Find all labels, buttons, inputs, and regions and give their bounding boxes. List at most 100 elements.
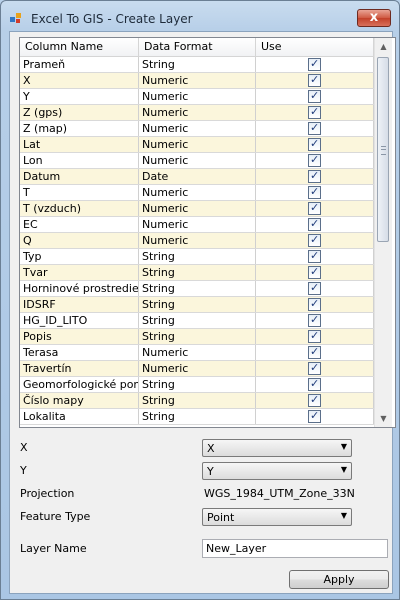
use-checkbox[interactable]: [308, 121, 321, 135]
use-cell[interactable]: [256, 73, 374, 88]
use-cell[interactable]: [256, 329, 374, 344]
use-checkbox[interactable]: [308, 281, 321, 295]
table-row[interactable]: T (vzduch) Numeric: [20, 201, 374, 217]
use-checkbox[interactable]: [308, 313, 321, 327]
use-checkbox[interactable]: [308, 265, 321, 279]
use-checkbox[interactable]: [308, 409, 321, 423]
table-row[interactable]: Z (gps) Numeric: [20, 105, 374, 121]
use-checkbox[interactable]: [308, 361, 321, 375]
use-cell[interactable]: [256, 345, 374, 360]
use-checkbox[interactable]: [308, 249, 321, 263]
use-cell[interactable]: [256, 297, 374, 312]
columns-grid[interactable]: Column Name Data Format Use Prameň String…: [19, 37, 396, 428]
table-row[interactable]: Geomorfologické pomeryString: [20, 377, 374, 393]
scroll-down-arrow-icon[interactable]: ▼: [375, 410, 392, 427]
column-name-cell[interactable]: T: [20, 185, 139, 200]
data-format-cell[interactable]: Numeric: [139, 105, 256, 120]
use-checkbox[interactable]: [308, 153, 321, 167]
use-cell[interactable]: [256, 249, 374, 264]
scroll-up-arrow-icon[interactable]: ▲: [375, 38, 392, 55]
table-row[interactable]: Terasa Numeric: [20, 345, 374, 361]
layer-name-input[interactable]: [206, 541, 386, 556]
data-format-cell[interactable]: String: [139, 329, 256, 344]
column-name-cell[interactable]: Horninové prostredie: [20, 281, 139, 296]
table-row[interactable]: Horninové prostredie String: [20, 281, 374, 297]
data-format-cell[interactable]: String: [139, 377, 256, 392]
column-name-cell[interactable]: Prameň: [20, 57, 139, 72]
table-row[interactable]: Číslo mapy String: [20, 393, 374, 409]
use-checkbox[interactable]: [308, 73, 321, 87]
table-row[interactable]: T Numeric: [20, 185, 374, 201]
data-format-cell[interactable]: String: [139, 249, 256, 264]
layer-name-field[interactable]: [202, 539, 388, 558]
use-cell[interactable]: [256, 185, 374, 200]
use-cell[interactable]: [256, 217, 374, 232]
use-cell[interactable]: [256, 281, 374, 296]
use-cell[interactable]: [256, 105, 374, 120]
data-format-cell[interactable]: Date: [139, 169, 256, 184]
column-name-cell[interactable]: Tvar: [20, 265, 139, 280]
use-checkbox[interactable]: [308, 393, 321, 407]
data-format-cell[interactable]: Numeric: [139, 121, 256, 136]
use-checkbox[interactable]: [308, 297, 321, 311]
use-checkbox[interactable]: [308, 105, 321, 119]
use-checkbox[interactable]: [308, 57, 321, 71]
column-name-cell[interactable]: Z (map): [20, 121, 139, 136]
data-format-cell[interactable]: String: [139, 281, 256, 296]
data-format-cell[interactable]: Numeric: [139, 345, 256, 360]
table-row[interactable]: Typ String: [20, 249, 374, 265]
data-format-cell[interactable]: Numeric: [139, 217, 256, 232]
column-header-format[interactable]: Data Format: [139, 38, 256, 56]
use-checkbox[interactable]: [308, 89, 321, 103]
use-cell[interactable]: [256, 393, 374, 408]
table-row[interactable]: Prameň String: [20, 57, 374, 73]
column-header-name[interactable]: Column Name: [20, 38, 139, 56]
data-format-cell[interactable]: Numeric: [139, 89, 256, 104]
y-dropdown[interactable]: Y ▼: [202, 462, 352, 480]
apply-button[interactable]: Apply: [289, 570, 389, 589]
column-name-cell[interactable]: Geomorfologické pomery: [20, 377, 139, 392]
use-checkbox[interactable]: [308, 201, 321, 215]
data-format-cell[interactable]: String: [139, 313, 256, 328]
use-checkbox[interactable]: [308, 233, 321, 247]
table-row[interactable]: Lon Numeric: [20, 153, 374, 169]
use-cell[interactable]: [256, 169, 374, 184]
column-name-cell[interactable]: HG_ID_LITO: [20, 313, 139, 328]
column-name-cell[interactable]: Z (gps): [20, 105, 139, 120]
use-cell[interactable]: [256, 121, 374, 136]
use-cell[interactable]: [256, 377, 374, 392]
use-checkbox[interactable]: [308, 137, 321, 151]
x-dropdown[interactable]: X ▼: [202, 439, 352, 457]
table-row[interactable]: Lokalita String: [20, 409, 374, 425]
column-name-cell[interactable]: Y: [20, 89, 139, 104]
column-name-cell[interactable]: Q: [20, 233, 139, 248]
use-checkbox[interactable]: [308, 185, 321, 199]
use-checkbox[interactable]: [308, 329, 321, 343]
column-name-cell[interactable]: IDSRF: [20, 297, 139, 312]
table-row[interactable]: Q Numeric: [20, 233, 374, 249]
data-format-cell[interactable]: Numeric: [139, 201, 256, 216]
column-name-cell[interactable]: Typ: [20, 249, 139, 264]
column-name-cell[interactable]: Travertín: [20, 361, 139, 376]
use-cell[interactable]: [256, 361, 374, 376]
use-checkbox[interactable]: [308, 377, 321, 391]
table-row[interactable]: Y Numeric: [20, 89, 374, 105]
data-format-cell[interactable]: Numeric: [139, 73, 256, 88]
table-row[interactable]: EC Numeric: [20, 217, 374, 233]
use-cell[interactable]: [256, 265, 374, 280]
use-cell[interactable]: [256, 409, 374, 424]
use-checkbox[interactable]: [308, 345, 321, 359]
data-format-cell[interactable]: Numeric: [139, 137, 256, 152]
use-cell[interactable]: [256, 313, 374, 328]
data-format-cell[interactable]: Numeric: [139, 185, 256, 200]
data-format-cell[interactable]: String: [139, 409, 256, 424]
table-row[interactable]: IDSRF String: [20, 297, 374, 313]
table-row[interactable]: Tvar String: [20, 265, 374, 281]
data-format-cell[interactable]: String: [139, 57, 256, 72]
table-row[interactable]: HG_ID_LITO String: [20, 313, 374, 329]
column-name-cell[interactable]: Lat: [20, 137, 139, 152]
table-row[interactable]: Z (map) Numeric: [20, 121, 374, 137]
table-row[interactable]: Lat Numeric: [20, 137, 374, 153]
use-cell[interactable]: [256, 57, 374, 72]
column-name-cell[interactable]: T (vzduch): [20, 201, 139, 216]
